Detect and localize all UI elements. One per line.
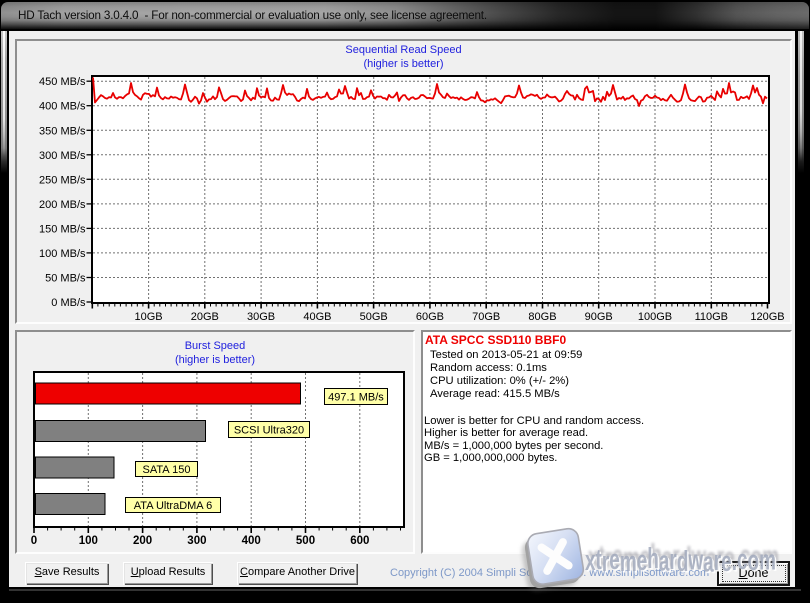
svg-text:xtremehardware.com: xtremehardware.com xyxy=(585,543,776,579)
svg-text:100GB: 100GB xyxy=(638,311,672,323)
svg-text:100 MB/s: 100 MB/s xyxy=(39,248,86,260)
svg-text:100: 100 xyxy=(79,535,98,547)
svg-text:0: 0 xyxy=(31,535,37,547)
svg-text:40GB: 40GB xyxy=(303,311,331,323)
svg-text:SCSI Ultra320: SCSI Ultra320 xyxy=(234,425,304,437)
svg-text:80GB: 80GB xyxy=(528,311,556,323)
svg-text:350 MB/s: 350 MB/s xyxy=(39,125,86,137)
svg-text:50 MB/s: 50 MB/s xyxy=(45,273,86,285)
svg-text:120GB: 120GB xyxy=(750,311,784,323)
svg-text:SATA 150: SATA 150 xyxy=(143,464,191,476)
svg-text:200: 200 xyxy=(133,535,152,547)
svg-text:50GB: 50GB xyxy=(360,311,388,323)
svg-text:10GB: 10GB xyxy=(135,311,163,323)
svg-text:200 MB/s: 200 MB/s xyxy=(39,199,86,211)
svg-text:0 MB/s: 0 MB/s xyxy=(51,297,86,309)
svg-text:30GB: 30GB xyxy=(247,311,275,323)
svg-text:ATA UltraDMA 6: ATA UltraDMA 6 xyxy=(134,500,212,512)
svg-text:500: 500 xyxy=(296,535,315,547)
svg-text:20GB: 20GB xyxy=(191,311,219,323)
svg-text:70GB: 70GB xyxy=(472,311,500,323)
svg-text:450 MB/s: 450 MB/s xyxy=(39,76,86,88)
svg-text:110GB: 110GB xyxy=(695,311,728,323)
svg-text:300 MB/s: 300 MB/s xyxy=(39,150,86,162)
svg-text:600: 600 xyxy=(350,535,369,547)
svg-text:400 MB/s: 400 MB/s xyxy=(39,101,86,113)
svg-text:60GB: 60GB xyxy=(416,311,444,323)
svg-text:300: 300 xyxy=(187,535,206,547)
svg-text:90GB: 90GB xyxy=(585,311,613,323)
svg-text:250 MB/s: 250 MB/s xyxy=(39,174,86,186)
svg-text:497.1 MB/s: 497.1 MB/s xyxy=(328,392,384,404)
svg-text:150 MB/s: 150 MB/s xyxy=(39,223,86,235)
svg-text:400: 400 xyxy=(242,535,261,547)
